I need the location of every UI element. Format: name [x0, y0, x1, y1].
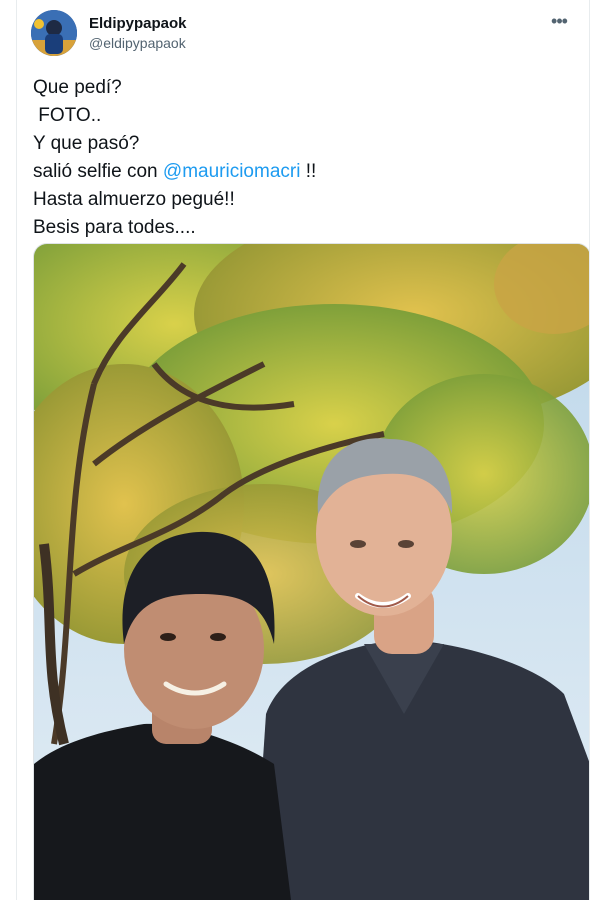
- tweet-text: Que pedí? FOTO.. Y que pasó? salió selfi…: [33, 74, 573, 242]
- tweet-line: FOTO..: [33, 105, 102, 126]
- tweet-photo[interactable]: [33, 243, 589, 900]
- avatar-image: [31, 10, 77, 56]
- mention-link[interactable]: @mauriciomacri: [163, 161, 301, 182]
- tweet-line-text: salió selfie con: [33, 161, 163, 182]
- user-names: Eldipypapaok @eldipypapaok: [89, 15, 187, 52]
- tweet-header: Eldipypapaok @eldipypapaok •••: [31, 10, 571, 58]
- tweet-line: Besis para todes....: [33, 217, 196, 238]
- user-handle[interactable]: @eldipypapaok: [89, 34, 187, 52]
- tweet-line: salió selfie con @mauriciomacri !!: [33, 158, 573, 186]
- selfie-photo-image: [34, 244, 589, 900]
- tweet-line: Hasta almuerzo pegué!!: [33, 189, 235, 210]
- display-name[interactable]: Eldipypapaok: [89, 15, 187, 33]
- tweet-line-text: !!: [300, 161, 317, 182]
- tweet-card: Eldipypapaok @eldipypapaok ••• Que pedí?…: [16, 0, 590, 900]
- tweet-line: Que pedí?: [33, 77, 122, 98]
- user-avatar[interactable]: [31, 10, 77, 56]
- tweet-line: Y que pasó?: [33, 133, 140, 154]
- more-horizontal-icon[interactable]: •••: [547, 12, 571, 34]
